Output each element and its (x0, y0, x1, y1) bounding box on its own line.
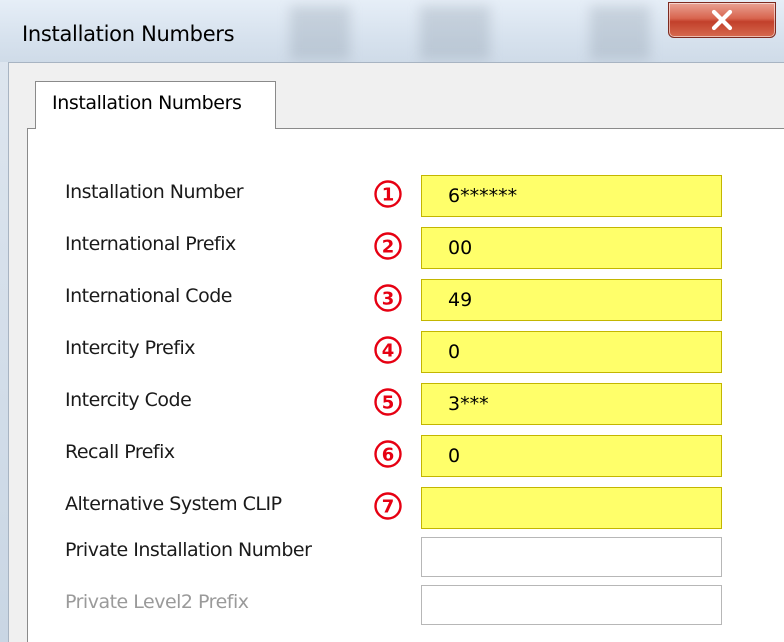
form-row: Private Level2 Prefix (28, 585, 784, 635)
step-number-badge: 3 (374, 284, 402, 312)
field-label: Intercity Prefix (65, 337, 196, 359)
value-input[interactable] (421, 435, 722, 477)
value-input[interactable] (421, 487, 722, 529)
field-label: Private Level2 Prefix (65, 591, 249, 613)
form-row: International Prefix 2 (28, 227, 784, 271)
dialog-window: Installation Numbers Installation Number… (0, 0, 784, 642)
field-label: Private Installation Number (65, 539, 312, 561)
step-number: 2 (382, 237, 395, 258)
field-label: Intercity Code (65, 389, 192, 411)
tab-installation-numbers[interactable]: Installation Numbers (35, 81, 276, 129)
titlebar-blur (590, 6, 650, 60)
step-number-badge: 2 (374, 232, 402, 260)
field-label: International Prefix (65, 233, 236, 255)
step-number: 4 (382, 341, 395, 362)
close-icon (711, 9, 733, 31)
form-row: Intercity Prefix 4 (28, 331, 784, 375)
step-number: 5 (382, 393, 395, 414)
step-number: 3 (382, 289, 395, 310)
field-label: Installation Number (65, 181, 244, 203)
value-input[interactable] (421, 279, 722, 321)
step-number-badge: 4 (374, 336, 402, 364)
form-row: Recall Prefix 6 (28, 435, 784, 479)
tab-label: Installation Numbers (52, 92, 242, 114)
step-number-badge: 6 (374, 440, 402, 468)
tab-panel: Installation Number 1 International Prefix… (27, 128, 784, 642)
step-number: 1 (382, 185, 395, 206)
titlebar-blur (420, 6, 490, 60)
form-row: Alternative System CLIP 7 (28, 487, 784, 531)
value-input[interactable] (421, 331, 722, 373)
form-row: Installation Number 1 (28, 175, 784, 219)
field-label: Recall Prefix (65, 441, 175, 463)
step-number: 7 (382, 497, 395, 518)
field-label: International Code (65, 285, 232, 307)
titlebar-blur (290, 6, 350, 60)
step-number-badge: 1 (374, 180, 402, 208)
value-input[interactable] (421, 537, 722, 577)
step-number: 6 (382, 445, 395, 466)
dialog-client-area: Installation Numbers Installation Number… (8, 62, 784, 642)
step-number-badge: 5 (374, 388, 402, 416)
window-title: Installation Numbers (22, 22, 235, 46)
value-input[interactable] (421, 383, 722, 425)
title-bar[interactable]: Installation Numbers (0, 0, 784, 62)
value-input[interactable] (421, 585, 722, 625)
value-input[interactable] (421, 227, 722, 269)
close-button[interactable] (668, 2, 776, 38)
form-row: Intercity Code 5 (28, 383, 784, 427)
field-label: Alternative System CLIP (65, 493, 282, 515)
form-row: Private Installation Number (28, 537, 784, 583)
value-input[interactable] (421, 175, 722, 217)
step-number-badge: 7 (374, 492, 402, 520)
form-row: International Code 3 (28, 279, 784, 323)
